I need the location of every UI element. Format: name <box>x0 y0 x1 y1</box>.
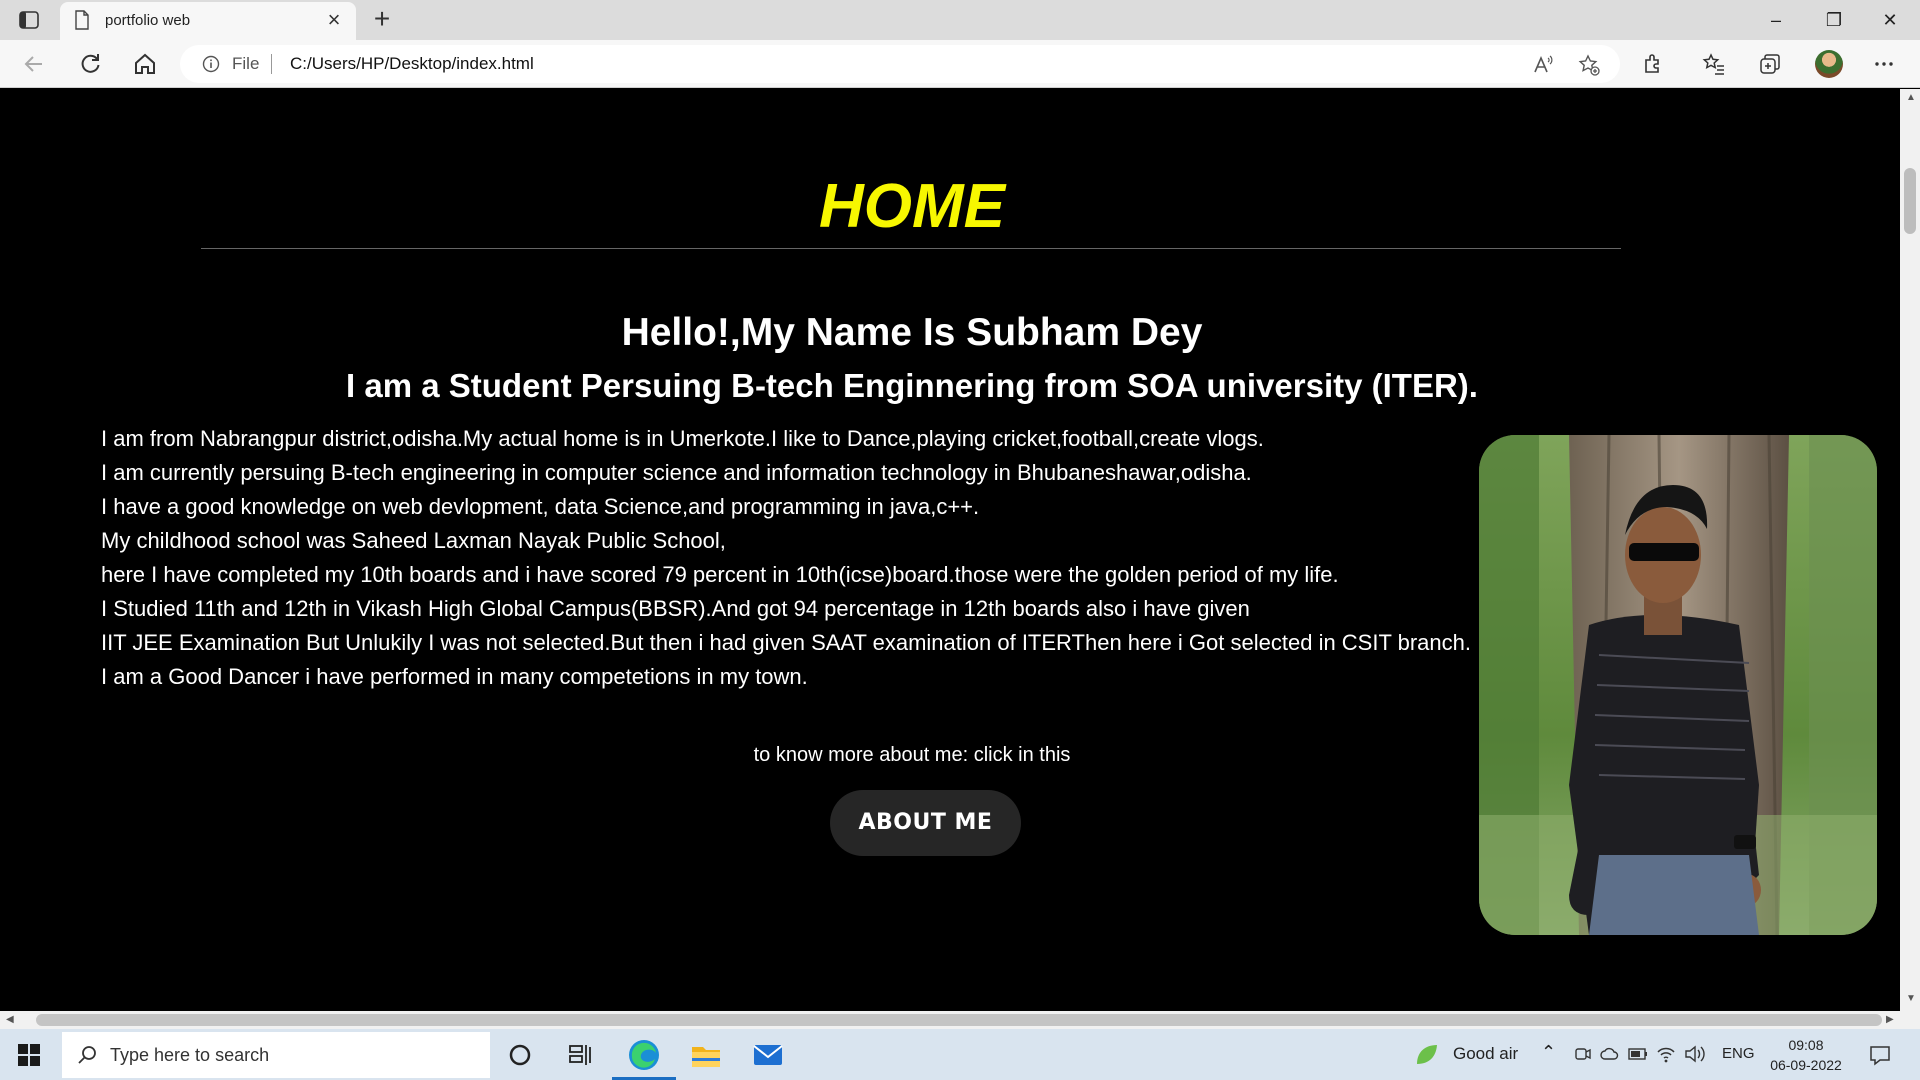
collections-icon[interactable] <box>1758 52 1782 76</box>
page-viewport: HOME Hello!,My Name Is Subham Dey I am a… <box>0 89 1900 1011</box>
scroll-left-icon[interactable]: ◀ <box>6 1014 14 1025</box>
battery-icon[interactable] <box>1628 1046 1648 1062</box>
bio-line: I am a Good Dancer i have performed in m… <box>101 664 808 689</box>
scroll-up-icon[interactable]: ▲ <box>1906 92 1916 103</box>
network-cloud-icon[interactable] <box>1600 1045 1620 1063</box>
page-icon <box>75 10 89 30</box>
wifi-icon[interactable] <box>1656 1044 1676 1064</box>
favorites-icon[interactable] <box>1702 52 1726 76</box>
cortana-icon[interactable] <box>502 1037 538 1073</box>
task-view-icon[interactable] <box>562 1037 598 1073</box>
scroll-right-icon[interactable]: ▶ <box>1886 1014 1894 1025</box>
add-favorite-icon[interactable] <box>1578 54 1600 76</box>
vertical-scroll-thumb[interactable] <box>1904 168 1916 234</box>
bio-line: I am from Nabrangpur district,odisha.My … <box>101 426 1264 451</box>
bio-line: My childhood school was Saheed Laxman Na… <box>101 528 726 553</box>
windows-taskbar: Type here to search Good air ⌃ ENG 09:08… <box>0 1029 1920 1080</box>
bio-line: here I have completed my 10th boards and… <box>101 562 1339 587</box>
bio-line: IIT JEE Examination But Unlukily I was n… <box>101 630 1472 655</box>
browser-toolbar: File C:/Users/HP/Desktop/index.html <box>0 40 1920 88</box>
back-icon[interactable] <box>20 50 48 78</box>
extensions-icon[interactable] <box>1642 52 1666 76</box>
more-options-icon[interactable] <box>1872 52 1896 76</box>
bio-line: I am currently persuing B-tech engineeri… <box>101 460 1252 485</box>
reload-icon[interactable] <box>76 50 104 78</box>
taskbar-search-box[interactable]: Type here to search <box>62 1032 490 1078</box>
close-tab-icon[interactable]: × <box>322 8 346 32</box>
search-icon <box>78 1046 96 1064</box>
clock-date: 06-09-2022 <box>1770 1057 1842 1073</box>
info-icon[interactable] <box>202 55 220 73</box>
close-window-icon[interactable]: ✕ <box>1866 4 1914 36</box>
address-scheme-label: File <box>232 54 260 73</box>
new-tab-button[interactable]: + <box>368 5 396 34</box>
bio-line: I have a good knowledge on web devlopmen… <box>101 494 980 519</box>
mail-icon[interactable] <box>750 1037 786 1073</box>
horizontal-scroll-thumb[interactable] <box>36 1014 1882 1026</box>
page-heading: HOME <box>819 172 1005 241</box>
browser-tab-bar: portfolio web × + – ❐ ✕ <box>0 0 1920 40</box>
file-explorer-icon[interactable] <box>688 1037 724 1073</box>
greeting-heading: Hello!,My Name Is Subham Dey <box>621 311 1203 354</box>
show-hidden-icons-icon[interactable]: ⌃ <box>1541 1042 1556 1063</box>
address-bar[interactable]: File C:/Users/HP/Desktop/index.html <box>180 45 1620 83</box>
windows-start-icon[interactable] <box>18 1044 40 1066</box>
bio-line: I Studied 11th and 12th in Vikash High G… <box>101 596 1250 621</box>
about-me-button[interactable]: ABOUT ME <box>830 790 1021 856</box>
meet-now-icon[interactable] <box>1574 1045 1592 1063</box>
weather-leaf-icon[interactable] <box>1414 1042 1440 1068</box>
search-placeholder: Type here to search <box>110 1045 270 1065</box>
taskbar-clock[interactable]: 09:08 06-09-2022 <box>1766 1035 1846 1075</box>
clock-time: 09:08 <box>1788 1037 1824 1053</box>
heading-divider <box>201 248 1621 249</box>
notifications-icon[interactable] <box>1868 1043 1892 1067</box>
subtitle-heading: I am a Student Persuing B-tech Enginneri… <box>346 367 1478 404</box>
scroll-down-icon[interactable]: ▼ <box>1906 993 1916 1004</box>
minimize-icon[interactable]: – <box>1752 4 1800 36</box>
url-text[interactable]: C:/Users/HP/Desktop/index.html <box>290 54 534 74</box>
weather-status[interactable]: Good air <box>1453 1044 1518 1064</box>
home-icon[interactable] <box>131 50 159 78</box>
bio-paragraph: I am from Nabrangpur district,odisha.My … <box>101 422 1481 694</box>
address-divider <box>271 54 272 74</box>
profile-photo <box>1479 435 1877 935</box>
tab-actions-icon[interactable] <box>18 9 40 31</box>
language-indicator[interactable]: ENG <box>1722 1045 1755 1062</box>
profile-avatar[interactable] <box>1815 50 1843 78</box>
restore-icon[interactable]: ❐ <box>1810 4 1858 36</box>
tab-title: portfolio web <box>105 12 191 29</box>
volume-icon[interactable] <box>1684 1044 1706 1064</box>
read-aloud-icon[interactable] <box>1532 54 1554 76</box>
browser-tab[interactable]: portfolio web × <box>60 2 356 40</box>
edge-browser-icon[interactable] <box>626 1037 662 1073</box>
